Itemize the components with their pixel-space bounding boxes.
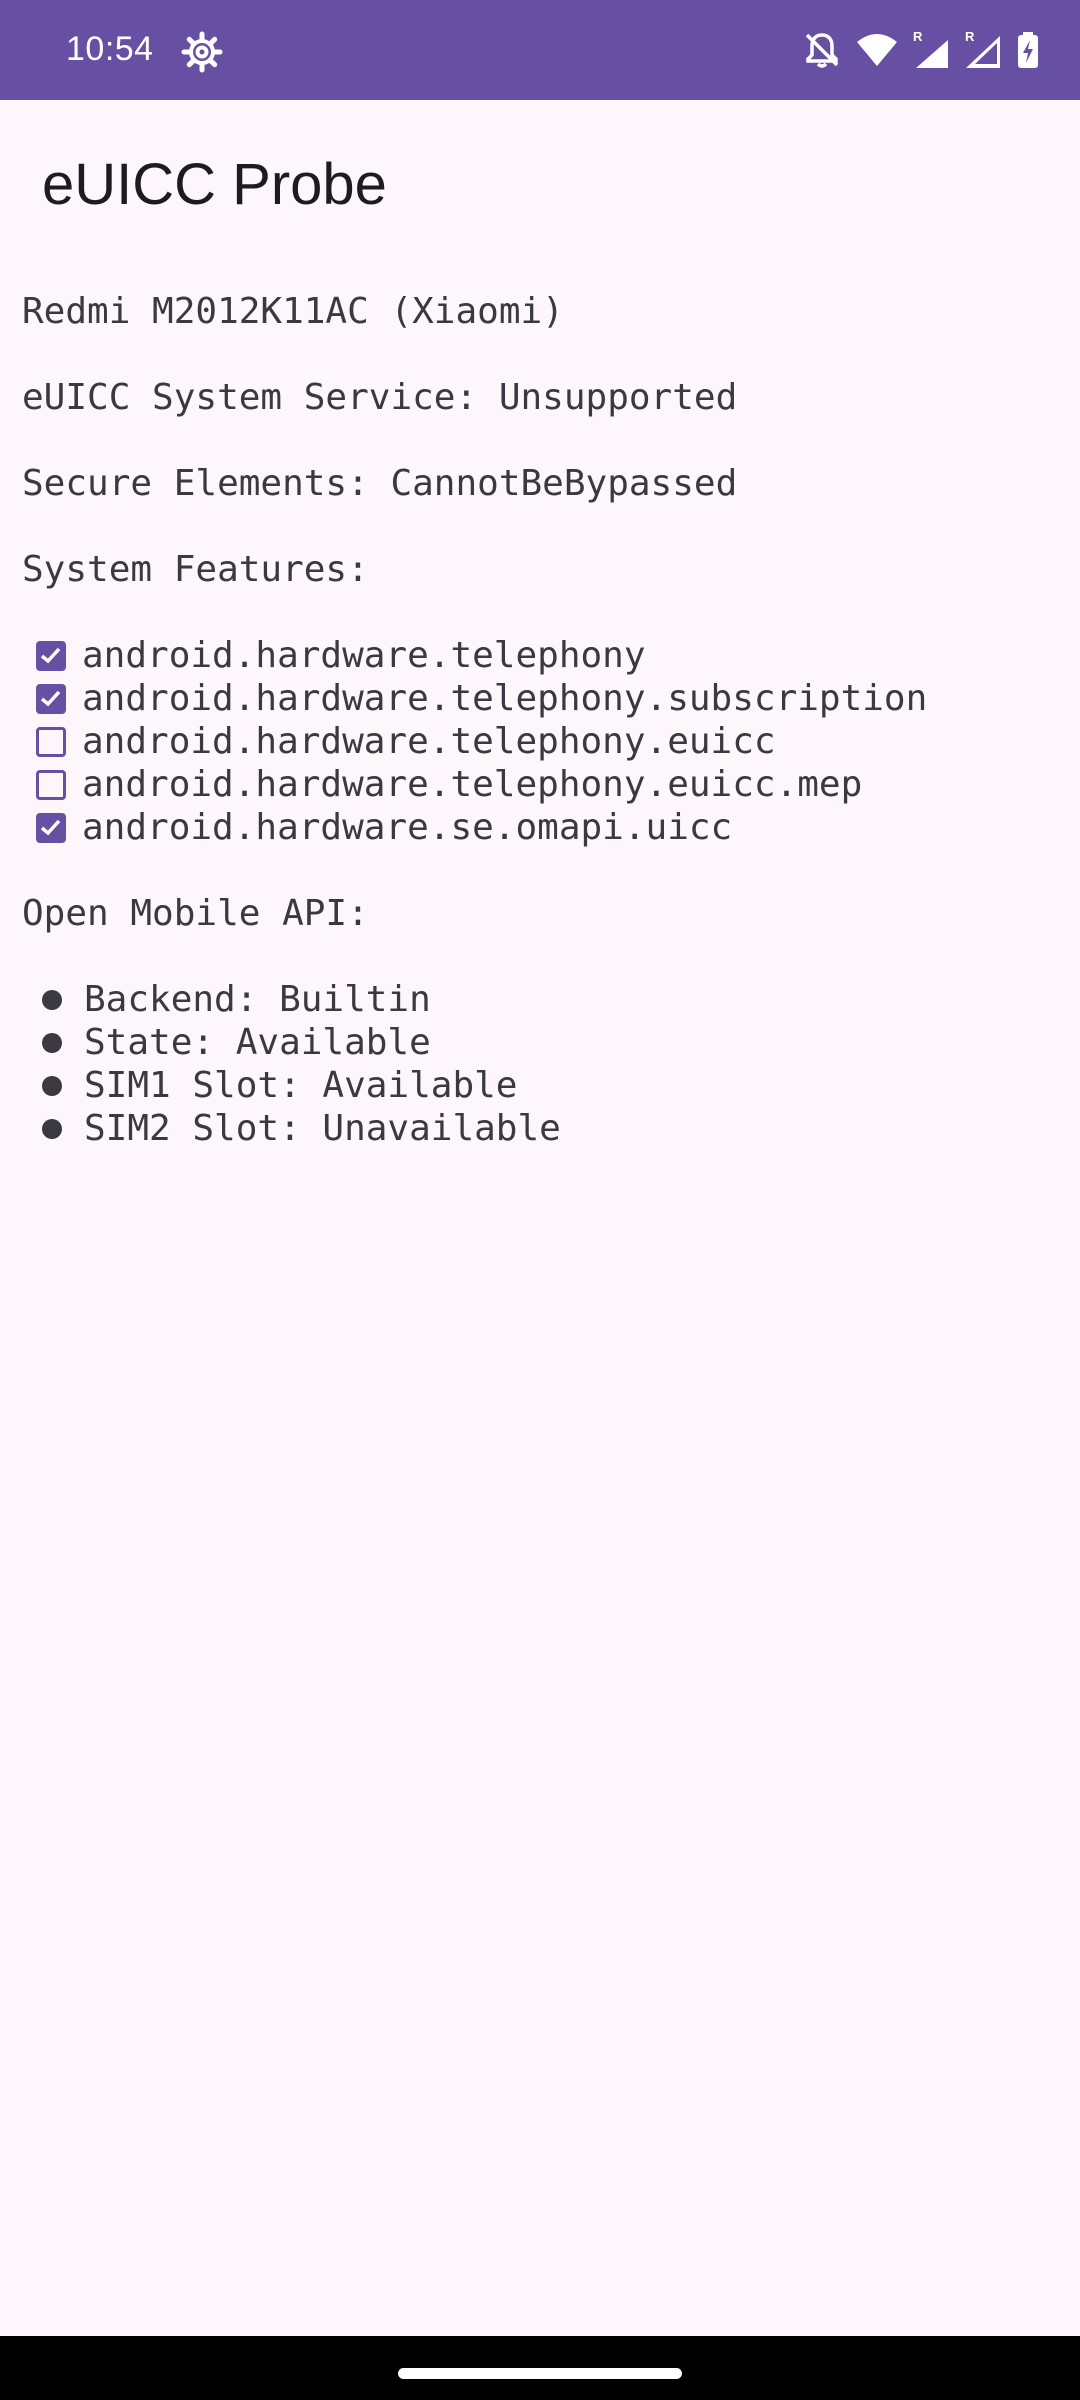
euicc-service-status: eUICC System Service: Unsupported bbox=[22, 377, 738, 418]
status-icons: R R bbox=[802, 26, 1040, 74]
bullet-icon bbox=[42, 1032, 62, 1053]
settings-gear-icon bbox=[180, 30, 224, 74]
api-item-label: Backend: Builtin bbox=[84, 979, 431, 1020]
list-item: SIM1 Slot: Available bbox=[22, 1064, 1062, 1107]
probe-results: Redmi M2012K11AC (Xiaomi) eUICC System S… bbox=[22, 290, 1062, 1150]
list-item: State: Available bbox=[22, 1021, 1062, 1064]
battery-charging-icon bbox=[1016, 30, 1040, 70]
notifications-off-icon bbox=[802, 30, 842, 70]
feature-label: android.hardware.telephony bbox=[82, 635, 646, 676]
list-item: android.hardware.se.omapi.uicc bbox=[22, 806, 1062, 849]
api-item-label: SIM1 Slot: Available bbox=[84, 1065, 518, 1106]
bullet-icon bbox=[42, 989, 62, 1010]
system-features-list: android.hardware.telephony android.hardw… bbox=[22, 634, 1062, 849]
bullet-icon bbox=[42, 1118, 62, 1139]
signal-roaming-2-icon: R bbox=[964, 30, 1002, 70]
list-item: android.hardware.telephony bbox=[22, 634, 1062, 677]
checkbox-unchecked-icon bbox=[36, 726, 66, 757]
home-gesture-handle[interactable] bbox=[398, 2368, 682, 2379]
secure-elements-status: Secure Elements: CannotBeBypassed bbox=[22, 463, 738, 504]
api-item-label: SIM2 Slot: Unavailable bbox=[84, 1108, 561, 1149]
api-item-label: State: Available bbox=[84, 1022, 431, 1063]
checkbox-checked-icon bbox=[36, 812, 66, 843]
system-features-heading: System Features: bbox=[22, 549, 369, 590]
svg-text:R: R bbox=[913, 30, 923, 44]
svg-text:R: R bbox=[965, 30, 975, 44]
bullet-icon bbox=[42, 1075, 62, 1096]
status-bar: 10:54 R R bbox=[0, 0, 1080, 100]
open-mobile-api-list: Backend: Builtin State: Available SIM1 S… bbox=[22, 978, 1062, 1150]
list-item: Backend: Builtin bbox=[22, 978, 1062, 1021]
checkbox-checked-icon bbox=[36, 683, 66, 714]
device-model: Redmi M2012K11AC (Xiaomi) bbox=[22, 291, 564, 332]
checkbox-checked-icon bbox=[36, 640, 66, 671]
signal-roaming-1-icon: R bbox=[912, 30, 950, 70]
wifi-icon bbox=[856, 32, 898, 68]
page-title: eUICC Probe bbox=[42, 152, 387, 217]
checkbox-unchecked-icon bbox=[36, 769, 66, 800]
status-time: 10:54 bbox=[66, 30, 154, 68]
list-item: SIM2 Slot: Unavailable bbox=[22, 1107, 1062, 1150]
feature-label: android.hardware.se.omapi.uicc bbox=[82, 807, 733, 848]
